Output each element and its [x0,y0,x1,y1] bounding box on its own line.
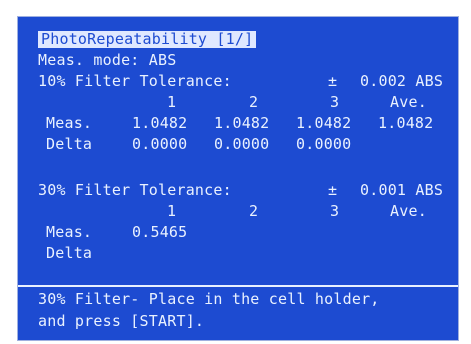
meas-mode-label: Meas. mode: ABS [38,51,177,69]
section1-header-2: 2 [249,93,259,111]
section1-delta-3: 0.0000 [296,135,352,153]
section2-delta-label: Delta [46,244,93,262]
section1-meas-2: 1.0482 [214,114,270,132]
section1-meas-ave: 1.0482 [378,114,434,132]
section1-meas-1: 1.0482 [132,114,188,132]
section2-header-3: 3 [330,202,340,220]
section1-meas-3: 1.0482 [296,114,352,132]
section1-delta-label: Delta [46,135,93,153]
footer-divider [18,285,458,287]
section2-header-ave: Ave. [390,202,427,220]
section2-tolerance: 0.001 ABS [360,181,444,199]
section1-filter-label: 10% Filter Tolerance: [38,72,232,90]
section1-plusminus: ± [328,72,338,90]
section2-plusminus: ± [328,181,338,199]
screen-title: PhotoRepeatability [1/] [38,31,257,48]
section1-delta-2: 0.0000 [214,135,270,153]
section1-header-1: 1 [167,93,177,111]
section2-header-2: 2 [249,202,259,220]
section2-meas-1: 0.5465 [132,223,188,241]
section2-meas-label: Meas. [46,223,93,241]
device-bezel: PhotoRepeatability [1/] Meas. mode: ABS … [0,0,471,344]
footer-instruction-line2: and press [START]. [38,312,205,330]
section1-header-ave: Ave. [390,93,427,111]
section2-header-1: 1 [167,202,177,220]
section1-delta-1: 0.0000 [132,135,188,153]
instrument-screen: PhotoRepeatability [1/] Meas. mode: ABS … [17,16,459,341]
section1-tolerance: 0.002 ABS [360,72,444,90]
section1-meas-label: Meas. [46,114,93,132]
section2-filter-label: 30% Filter Tolerance: [38,181,232,199]
footer-instruction-line1: 30% Filter- Place in the cell holder, [38,290,380,308]
section1-header-3: 3 [330,93,340,111]
